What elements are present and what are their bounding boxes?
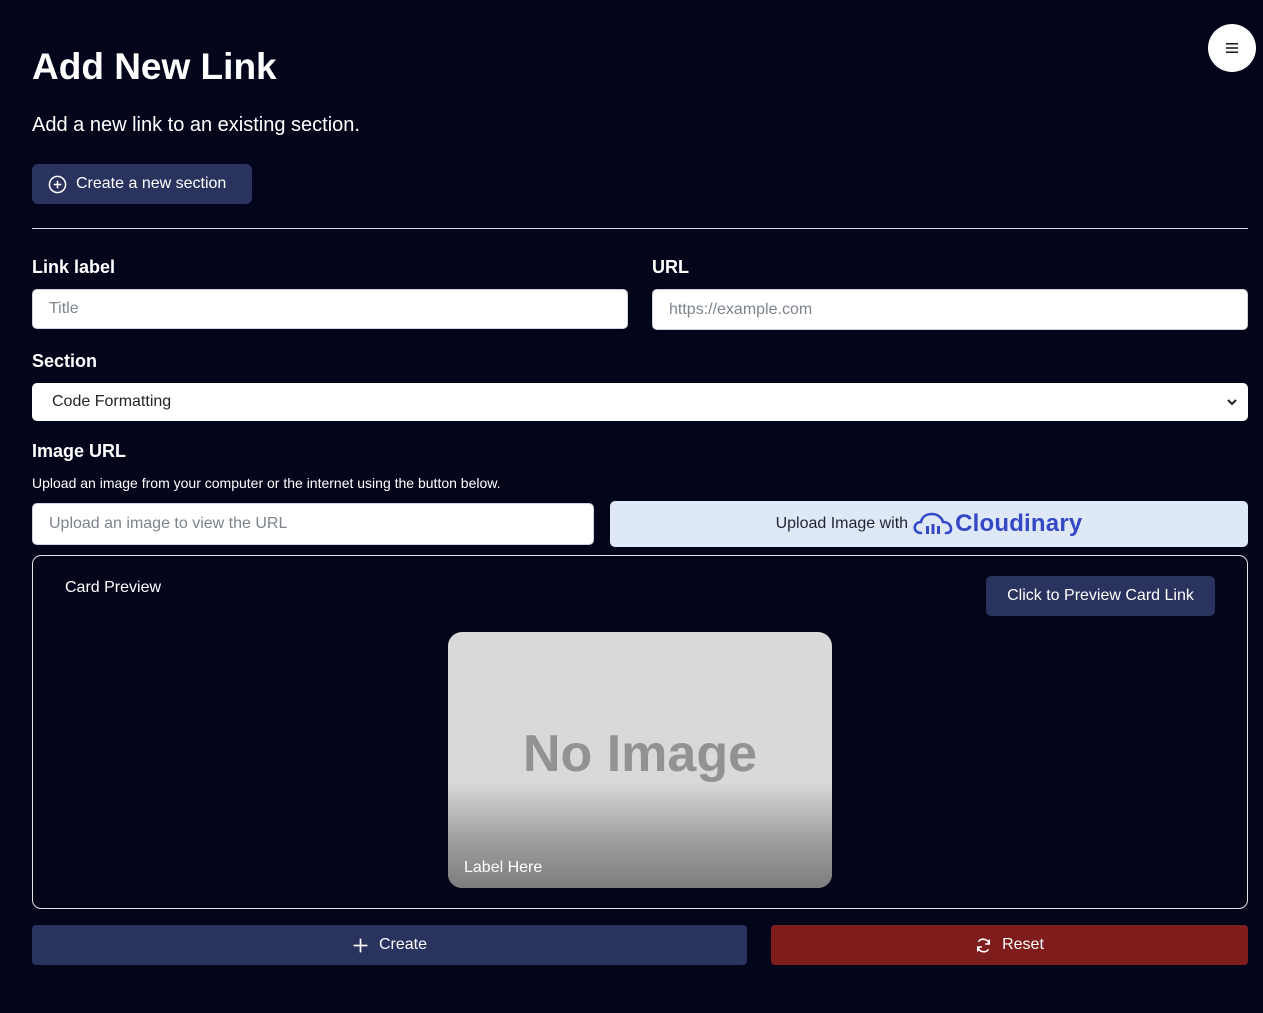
reset-button-label: Reset: [1002, 936, 1044, 953]
card-preview-title: Card Preview: [65, 579, 162, 596]
hamburger-icon: [1226, 43, 1238, 53]
menu-button[interactable]: [1208, 24, 1256, 72]
create-button-label: Create: [378, 936, 428, 953]
chevron-down-icon: [1227, 399, 1237, 406]
section-select[interactable]: Code Formatting: [32, 383, 1248, 421]
page-title: Add New Link: [32, 46, 277, 87]
link-label-heading: Link label: [32, 257, 116, 277]
image-url-heading: Image URL: [32, 441, 127, 461]
link-card-preview[interactable]: No Image Label Here: [448, 632, 832, 888]
upload-button-label: Upload Image with: [775, 515, 909, 532]
card-label: Label Here: [464, 859, 543, 876]
image-url-hint: Upload an image from your computer or th…: [32, 475, 501, 491]
plus-circle-icon: [48, 175, 67, 193]
cloudinary-logo-icon: [913, 512, 953, 535]
upload-cloudinary-button[interactable]: Upload Image with Cloudinary: [610, 501, 1248, 547]
refresh-icon: [977, 937, 991, 953]
reset-button[interactable]: Reset: [771, 925, 1248, 965]
no-image-placeholder: No Image: [522, 725, 758, 783]
url-input[interactable]: [652, 289, 1248, 330]
create-new-section-button[interactable]: Create a new section: [32, 164, 252, 204]
cloudinary-brand: Cloudinary: [955, 510, 1083, 537]
create-new-section-label: Create a new section: [76, 175, 227, 192]
link-label-input[interactable]: [32, 289, 628, 329]
section-divider: [32, 228, 1248, 229]
section-selected-value: Code Formatting: [52, 393, 172, 410]
create-button[interactable]: Create: [32, 925, 747, 965]
preview-card-link-button[interactable]: Click to Preview Card Link: [986, 576, 1215, 616]
plus-icon: [353, 938, 368, 952]
url-heading: URL: [652, 257, 689, 277]
section-heading: Section: [32, 351, 98, 371]
image-url-input[interactable]: [32, 503, 594, 545]
page-subtitle: Add a new link to an existing section.: [32, 114, 360, 136]
